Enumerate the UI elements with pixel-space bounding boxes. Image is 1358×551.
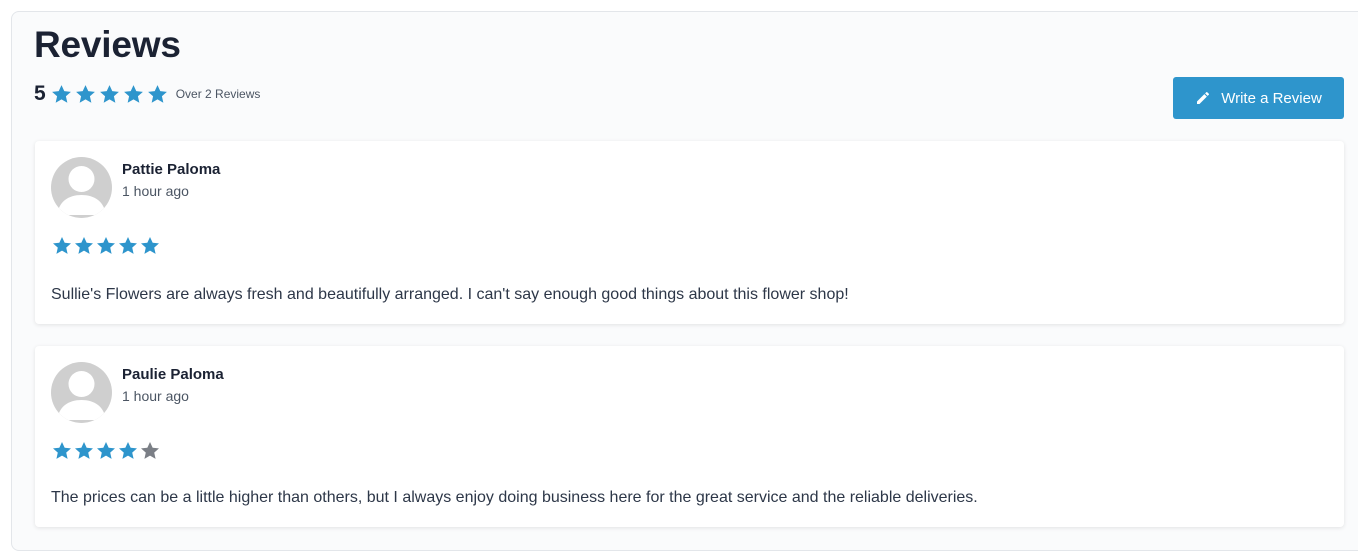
pencil-icon bbox=[1195, 90, 1211, 106]
review-time: 1 hour ago bbox=[122, 388, 189, 404]
average-rating: 5 bbox=[34, 82, 46, 105]
review-time: 1 hour ago bbox=[122, 183, 189, 199]
star-filled-icon bbox=[50, 83, 73, 106]
star-filled-icon bbox=[95, 235, 117, 257]
star-filled-icon bbox=[74, 83, 97, 106]
average-rating-stars bbox=[50, 83, 170, 106]
avatar bbox=[51, 362, 112, 423]
review-text: Sullie's Flowers are always fresh and be… bbox=[51, 286, 849, 303]
star-filled-icon bbox=[73, 235, 95, 257]
star-filled-icon bbox=[117, 235, 139, 257]
star-filled-icon bbox=[98, 83, 121, 106]
avatar bbox=[51, 157, 112, 218]
review-rating-stars bbox=[51, 440, 161, 462]
star-filled-icon bbox=[95, 440, 117, 462]
star-filled-icon bbox=[51, 440, 73, 462]
review-author: Pattie Paloma bbox=[122, 161, 221, 178]
star-filled-icon bbox=[139, 235, 161, 257]
review-card: Paulie Paloma 1 hour ago The prices can … bbox=[35, 346, 1344, 527]
review-card: Pattie Paloma 1 hour ago Sullie's Flower… bbox=[35, 141, 1344, 324]
star-filled-icon bbox=[51, 235, 73, 257]
review-count: Over 2 Reviews bbox=[175, 87, 261, 101]
star-filled-icon bbox=[73, 440, 95, 462]
page-title: Reviews bbox=[34, 24, 181, 65]
star-filled-icon bbox=[117, 440, 139, 462]
review-author: Paulie Paloma bbox=[122, 366, 224, 383]
write-review-button[interactable]: Write a Review bbox=[1173, 77, 1344, 119]
review-text: The prices can be a little higher than o… bbox=[51, 489, 978, 506]
star-filled-icon bbox=[146, 83, 169, 106]
review-rating-stars bbox=[51, 235, 161, 257]
star-empty-icon bbox=[139, 440, 161, 462]
write-review-label: Write a Review bbox=[1221, 89, 1322, 107]
rating-summary: 5 Over 2 Reviews bbox=[34, 81, 260, 107]
star-filled-icon bbox=[122, 83, 145, 106]
